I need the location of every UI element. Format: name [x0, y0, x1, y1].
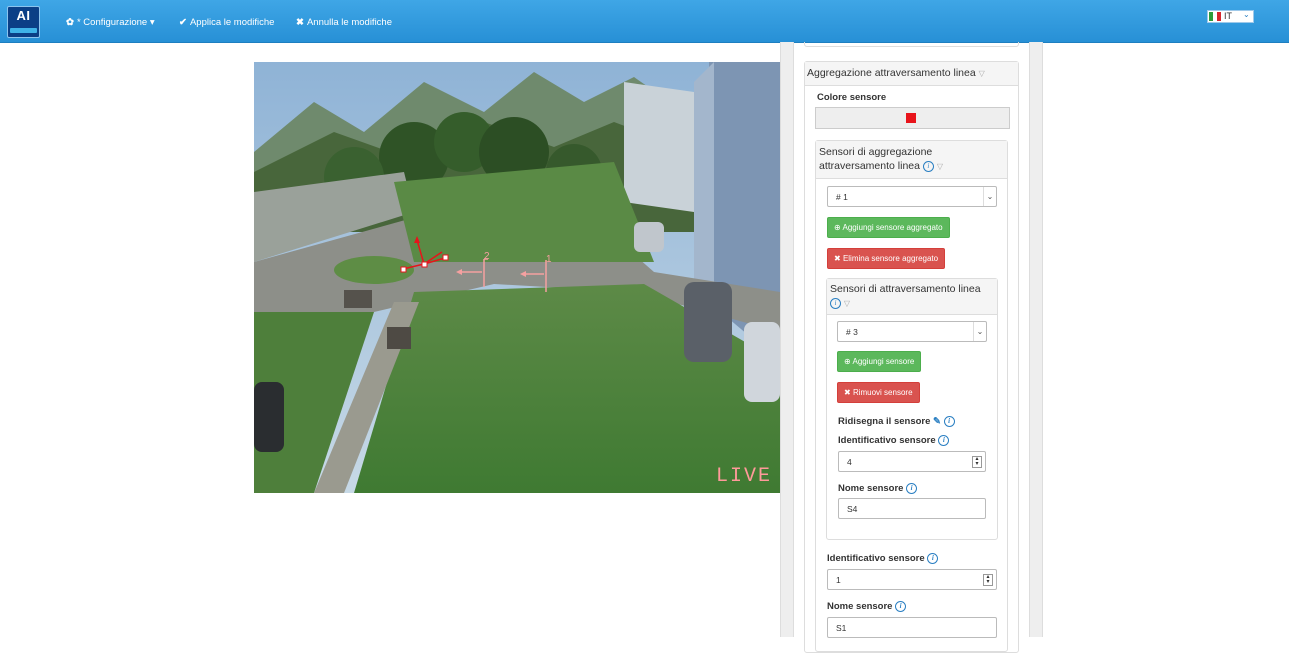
column-divider-left [780, 42, 794, 637]
aggregation-panel-header[interactable]: Aggregazione attraversamento linea ▽ [805, 62, 1018, 86]
italy-flag-icon [1209, 12, 1221, 21]
apply-changes-button[interactable]: ✔ Applica le modifiche [179, 17, 274, 28]
aggregation-panel-title: Aggregazione attraversamento linea [807, 67, 976, 79]
logo-text: AI [16, 8, 31, 23]
outer-name-label: Nome sensore [827, 601, 893, 613]
inner-id-label: Identificativo sensore [838, 435, 936, 447]
inner-id-label-row: Identificativo sensore i [838, 435, 950, 447]
crossing-sensors-header[interactable]: Sensori di attraversamento linea i ▽ [827, 279, 997, 315]
sensor-color-picker[interactable] [815, 107, 1010, 129]
live-indicator: LIVE [715, 465, 772, 488]
add-aggregate-sensor-button[interactable]: ⊕ Aggiungi sensore aggregato [827, 217, 950, 238]
crossing-sensors-title: Sensori di attraversamento linea [830, 283, 981, 295]
info-icon[interactable]: i [906, 483, 918, 494]
sensor-overlay[interactable]: 2 1 [254, 62, 780, 493]
info-icon[interactable]: i [943, 416, 955, 427]
info-icon[interactable]: i [927, 553, 939, 564]
inner-id-input[interactable]: 4 ▴ ▾ [838, 451, 986, 472]
outer-id-label-row: Identificativo sensore i [827, 553, 939, 565]
top-navbar: AI ✿ * Configurazione ▾ ✔ Applica le modif… [0, 0, 1289, 43]
language-code: IT [1224, 11, 1232, 21]
remove-sensor-label: Rimuovi sensore [852, 388, 913, 397]
remove-sensor-button[interactable]: ✖ Rimuovi sensore [837, 382, 920, 403]
pencil-icon[interactable]: ✎ [933, 416, 941, 427]
line-marker-1: 1 [546, 254, 552, 265]
outer-id-input[interactable]: 1 ▴ ▾ [827, 569, 997, 590]
redraw-sensor-label: Ridisegna il sensore [838, 416, 931, 428]
info-icon[interactable]: i [830, 297, 841, 309]
chevron-down-icon: ⌄ [973, 322, 986, 341]
config-menu[interactable]: ✿ * Configurazione ▾ [66, 17, 155, 28]
add-sensor-button[interactable]: ⊕ Aggiungi sensore [837, 351, 922, 372]
caret-down-icon: ▾ [147, 17, 155, 28]
previous-panel-end [804, 42, 1019, 47]
outer-id-value: 1 [836, 575, 841, 585]
collapse-caret-icon: ▽ [936, 162, 943, 171]
info-icon[interactable]: i [895, 601, 907, 612]
info-icon[interactable]: i [938, 435, 950, 446]
inner-name-label-row: Nome sensore i [838, 483, 918, 495]
close-icon: ✖ [844, 388, 853, 397]
app-logo[interactable]: AI [7, 6, 40, 38]
aggregate-sensor-select[interactable]: # 1 ⌄ [827, 186, 997, 207]
crossing-sensor-select[interactable]: # 3 ⌄ [837, 321, 987, 342]
line-marker-2: 2 [484, 251, 490, 262]
color-swatch [906, 113, 916, 123]
stepper-icon[interactable]: ▴ ▾ [972, 456, 982, 468]
cancel-changes-button[interactable]: ✖ Annulla le modifiche [296, 17, 392, 28]
stepper-icon[interactable]: ▴ ▾ [983, 574, 993, 586]
aggregate-sensor-select-value: # 1 [836, 192, 848, 202]
color-label: Colore sensore [817, 92, 887, 103]
add-aggregate-sensor-label: Aggiungi sensore aggregato [842, 223, 943, 232]
delete-aggregate-sensor-button[interactable]: ✖ Elimina sensore aggregato [827, 248, 946, 269]
collapse-caret-icon: ▽ [978, 69, 985, 78]
close-icon: ✖ [296, 17, 304, 28]
chevron-down-icon: ⌄ [983, 187, 996, 206]
outer-name-value: S1 [836, 623, 847, 633]
outer-name-label-row: Nome sensore i [827, 601, 907, 613]
inner-name-label: Nome sensore [838, 483, 904, 495]
gear-icon: ✿ [66, 17, 74, 28]
language-select[interactable]: IT ⌄ [1207, 10, 1254, 23]
logo-underline [10, 28, 37, 33]
inner-name-value: S4 [847, 504, 858, 514]
crossing-sensor-select-value: # 3 [846, 327, 858, 337]
collapse-caret-icon: ▽ [843, 299, 851, 308]
check-icon: ✔ [179, 17, 187, 28]
add-sensor-label: Aggiungi sensore [852, 357, 915, 366]
aggregate-sensors-title: Sensori di aggregazione attraversamento … [819, 146, 933, 172]
redraw-sensor-control[interactable]: Ridisegna il sensore ✎ i [838, 416, 955, 427]
apply-changes-label: Applica le modifiche [189, 17, 275, 28]
outer-name-input[interactable]: S1 [827, 617, 997, 638]
chevron-down-icon: ⌄ [1243, 10, 1250, 19]
cancel-changes-label: Annulla le modifiche [306, 17, 392, 28]
camera-live-view[interactable]: 2 1 LIVE [254, 62, 780, 493]
column-divider-right [1029, 42, 1043, 637]
delete-aggregate-sensor-label: Elimina sensore aggregato [842, 254, 939, 263]
config-menu-label: * Configurazione [76, 17, 148, 28]
inner-id-value: 4 [847, 457, 852, 467]
outer-id-label: Identificativo sensore [827, 553, 925, 565]
aggregate-sensors-header[interactable]: Sensori di aggregazione attraversamento … [816, 141, 1007, 179]
close-icon: ✖ [834, 254, 843, 263]
inner-name-input[interactable]: S4 [838, 498, 986, 519]
info-icon[interactable]: i [922, 160, 934, 172]
